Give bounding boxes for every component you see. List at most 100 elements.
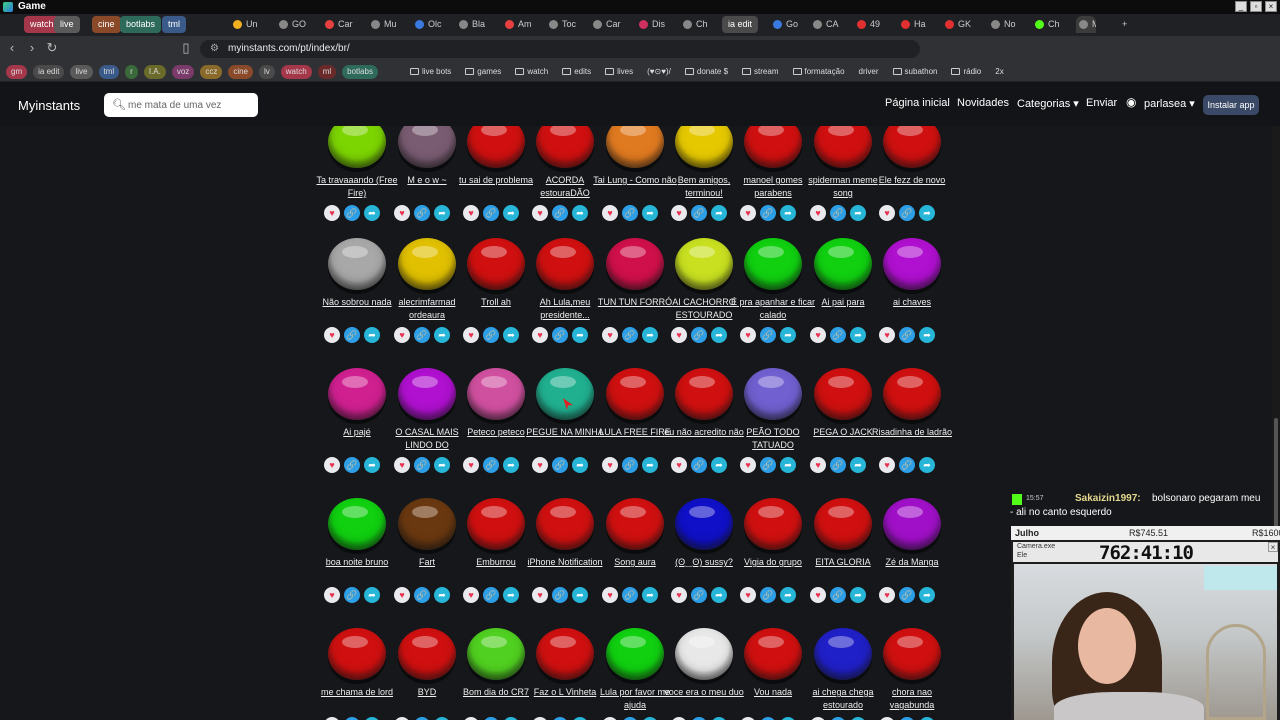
link-icon[interactable]: 🔗 [483, 587, 499, 603]
share-icon[interactable]: ➦ [711, 205, 727, 221]
bookmark-13[interactable]: live bots [409, 65, 451, 79]
forward-icon[interactable]: › [24, 40, 40, 55]
bookmark-16[interactable]: edits [562, 65, 591, 79]
heart-icon[interactable]: ♥ [532, 327, 548, 343]
link-icon[interactable]: 🔗 [344, 205, 360, 221]
search-input[interactable] [128, 97, 254, 113]
tab-22[interactable]: No [988, 16, 1028, 33]
share-icon[interactable]: ➦ [503, 327, 519, 343]
tab-14[interactable]: Dis [636, 16, 676, 33]
tab-4[interactable]: tml [162, 16, 186, 33]
tab-13[interactable]: Car [590, 16, 632, 33]
link-icon[interactable]: 🔗 [552, 587, 568, 603]
tab-23[interactable]: Ch [1032, 16, 1072, 33]
bookmark-22[interactable]: driver [859, 65, 879, 79]
link-icon[interactable]: 🔗 [830, 327, 846, 343]
camera-close-icon[interactable]: × [1268, 542, 1278, 552]
maximize-icon[interactable]: ▫ [1250, 1, 1262, 12]
link-icon[interactable]: 🔗 [552, 327, 568, 343]
bookmark-24[interactable]: rádio [951, 65, 981, 79]
link-icon[interactable]: 🔗 [899, 457, 915, 473]
sound-title-link[interactable]: Zé da Manga [869, 556, 955, 569]
heart-icon[interactable]: ♥ [671, 587, 687, 603]
bookmark-21[interactable]: formatação [792, 65, 845, 79]
bookmark-19[interactable]: donate $ [684, 65, 728, 79]
tab-7[interactable]: Car [322, 16, 366, 33]
link-icon[interactable]: 🔗 [552, 457, 568, 473]
address-bar[interactable]: ⚙ myinstants.com/pt/index/br/ [200, 40, 920, 58]
play-sound-button[interactable] [398, 126, 456, 168]
play-sound-button[interactable] [398, 238, 456, 290]
share-icon[interactable]: ➦ [434, 327, 450, 343]
tab-17[interactable]: Go [770, 16, 804, 33]
bookmark-17[interactable]: lives [605, 65, 633, 79]
play-sound-button[interactable] [814, 628, 872, 680]
share-icon[interactable]: ➦ [850, 587, 866, 603]
tab-16[interactable]: ia edit [722, 16, 759, 33]
heart-icon[interactable]: ♥ [740, 205, 756, 221]
link-icon[interactable]: 🔗 [691, 327, 707, 343]
heart-icon[interactable]: ♥ [602, 205, 618, 221]
link-icon[interactable]: 🔗 [414, 205, 430, 221]
link-icon[interactable]: 🔗 [691, 457, 707, 473]
heart-icon[interactable]: ♥ [532, 205, 548, 221]
share-icon[interactable]: ➦ [919, 327, 935, 343]
nav-news[interactable]: Novidades [957, 97, 1009, 109]
heart-icon[interactable]: ♥ [324, 327, 340, 343]
heart-icon[interactable]: ♥ [394, 327, 410, 343]
link-icon[interactable]: 🔗 [760, 457, 776, 473]
bookmark-8[interactable]: cine [228, 65, 253, 79]
tab-20[interactable]: Ha [898, 16, 938, 33]
tab-12[interactable]: Toc [546, 16, 588, 33]
tab-5[interactable]: Un [230, 16, 270, 33]
link-icon[interactable]: 🔗 [830, 587, 846, 603]
heart-icon[interactable]: ♥ [879, 457, 895, 473]
share-icon[interactable]: ➦ [780, 327, 796, 343]
heart-icon[interactable]: ♥ [879, 205, 895, 221]
play-sound-button[interactable] [744, 238, 802, 290]
tab-3[interactable]: botlabs [120, 16, 162, 33]
play-sound-button[interactable] [744, 498, 802, 550]
heart-icon[interactable]: ♥ [532, 457, 548, 473]
share-icon[interactable]: ➦ [850, 327, 866, 343]
heart-icon[interactable]: ♥ [810, 457, 826, 473]
link-icon[interactable]: 🔗 [483, 205, 499, 221]
heart-icon[interactable]: ♥ [394, 457, 410, 473]
play-sound-button[interactable] [883, 126, 941, 168]
play-sound-button[interactable] [606, 238, 664, 290]
play-sound-button[interactable] [883, 368, 941, 420]
close-icon[interactable]: × [1265, 1, 1277, 12]
play-sound-button[interactable] [328, 368, 386, 420]
play-sound-button[interactable] [675, 628, 733, 680]
share-icon[interactable]: ➦ [572, 205, 588, 221]
share-icon[interactable]: ➦ [919, 457, 935, 473]
play-sound-button[interactable] [536, 368, 594, 420]
link-icon[interactable]: 🔗 [344, 327, 360, 343]
back-icon[interactable]: ‹ [4, 40, 20, 55]
play-sound-button[interactable] [467, 126, 525, 168]
heart-icon[interactable]: ♥ [602, 327, 618, 343]
share-icon[interactable]: ➦ [364, 457, 380, 473]
link-icon[interactable]: 🔗 [483, 457, 499, 473]
link-icon[interactable]: 🔗 [483, 327, 499, 343]
heart-icon[interactable]: ♥ [740, 327, 756, 343]
link-icon[interactable]: 🔗 [830, 205, 846, 221]
bookmark-10[interactable]: watch [280, 65, 312, 79]
sound-title-link[interactable]: Risadinha de ladrão [869, 426, 955, 439]
share-icon[interactable]: ➦ [572, 327, 588, 343]
link-icon[interactable]: 🔗 [552, 205, 568, 221]
heart-icon[interactable]: ♥ [463, 205, 479, 221]
play-sound-button[interactable] [398, 498, 456, 550]
tab-9[interactable]: Olc [412, 16, 454, 33]
share-icon[interactable]: ➦ [434, 457, 450, 473]
heart-icon[interactable]: ♥ [463, 457, 479, 473]
bookmark-4[interactable]: r [125, 65, 138, 79]
share-icon[interactable]: ➦ [780, 457, 796, 473]
bookmark-7[interactable]: ccz [200, 65, 223, 79]
bookmark-20[interactable]: stream [742, 65, 779, 79]
share-icon[interactable]: ➦ [503, 457, 519, 473]
heart-icon[interactable]: ♥ [671, 457, 687, 473]
play-sound-button[interactable] [536, 498, 594, 550]
play-sound-button[interactable] [814, 498, 872, 550]
link-icon[interactable]: 🔗 [691, 587, 707, 603]
